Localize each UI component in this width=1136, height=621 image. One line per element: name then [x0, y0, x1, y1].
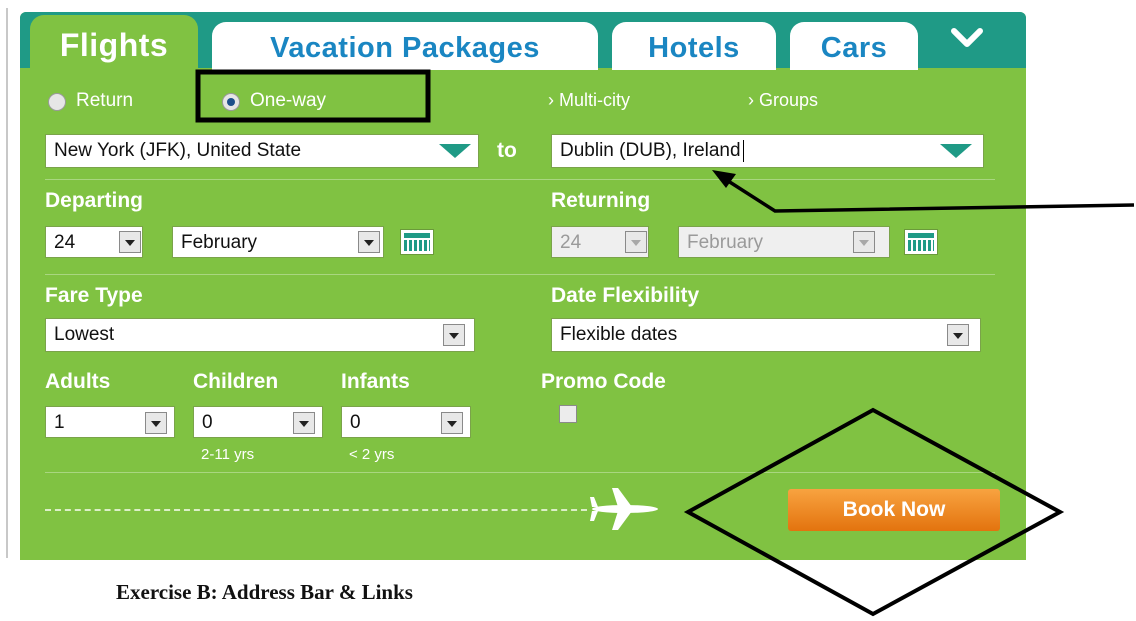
multicity-link-label: Multi-city	[559, 90, 631, 110]
promo-code-checkbox[interactable]	[559, 405, 577, 423]
oneway-radio-label: One-way	[250, 90, 327, 111]
chevron-down-icon[interactable]	[950, 26, 984, 50]
date-flexibility-dropdown-icon[interactable]	[947, 324, 969, 346]
airplane-icon	[590, 488, 658, 530]
book-now-button[interactable]: Book Now	[788, 489, 1000, 531]
origin-dropdown-arrow-icon[interactable]	[439, 144, 471, 158]
tab-vacation-packages[interactable]: Vacation Packages	[212, 22, 598, 70]
divider	[45, 179, 995, 180]
to-label: to	[497, 139, 517, 162]
infants-dropdown-icon[interactable]	[441, 412, 463, 434]
return-radio[interactable]	[48, 93, 66, 111]
adults-label: Adults	[45, 370, 111, 393]
flight-path-dashed-line	[45, 509, 587, 511]
destination-value: Dublin (DUB), Ireland	[560, 140, 741, 161]
departing-label: Departing	[45, 189, 144, 212]
depart-day-dropdown-icon[interactable]	[119, 231, 141, 253]
depart-month-select[interactable]: February	[172, 226, 384, 258]
return-day-value: 24	[560, 232, 582, 253]
infants-value: 0	[350, 412, 361, 433]
return-calendar-icon[interactable]	[904, 229, 938, 255]
chevron-right-icon: ›	[548, 90, 554, 110]
depart-month-dropdown-icon[interactable]	[358, 231, 380, 253]
return-radio-label: Return	[76, 90, 134, 111]
page-left-border	[6, 8, 8, 558]
text-cursor	[742, 139, 744, 162]
flight-search-widget	[20, 12, 1026, 560]
adults-value: 1	[54, 412, 65, 433]
tab-hotels[interactable]: Hotels	[612, 22, 776, 70]
infants-label: Infants	[341, 370, 410, 393]
infants-age-note: < 2 yrs	[349, 446, 395, 463]
children-label: Children	[193, 370, 279, 393]
groups-link[interactable]: › Groups	[748, 90, 818, 111]
children-value: 0	[202, 412, 213, 433]
date-flexibility-label: Date Flexibility	[551, 284, 700, 307]
fare-type-dropdown-icon[interactable]	[443, 324, 465, 346]
destination-input[interactable]: Dublin (DUB), Ireland	[551, 134, 984, 168]
return-month-dropdown-icon[interactable]	[853, 231, 875, 253]
fare-type-label: Fare Type	[45, 284, 143, 307]
origin-select[interactable]: New York (JFK), United State	[45, 134, 479, 168]
date-flexibility-value: Flexible dates	[560, 324, 678, 345]
oneway-radio[interactable]	[222, 93, 240, 111]
destination-dropdown-arrow-icon[interactable]	[940, 144, 972, 158]
divider	[45, 472, 995, 473]
fare-type-select[interactable]: Lowest	[45, 318, 475, 352]
depart-day-value: 24	[54, 232, 76, 253]
exercise-heading: Exercise B: Address Bar & Links	[116, 580, 413, 604]
origin-value: New York (JFK), United State	[54, 140, 302, 161]
promo-code-label: Promo Code	[541, 370, 666, 393]
fare-type-value: Lowest	[54, 324, 115, 345]
chevron-right-icon: ›	[748, 90, 754, 110]
children-dropdown-icon[interactable]	[293, 412, 315, 434]
multicity-link[interactable]: › Multi-city	[548, 90, 630, 111]
return-day-dropdown-icon[interactable]	[625, 231, 647, 253]
return-month-value: February	[687, 232, 764, 253]
children-age-note: 2-11 yrs	[201, 446, 255, 463]
groups-link-label: Groups	[759, 90, 819, 110]
tab-cars[interactable]: Cars	[790, 22, 918, 70]
adults-dropdown-icon[interactable]	[145, 412, 167, 434]
date-flexibility-select[interactable]: Flexible dates	[551, 318, 981, 352]
depart-calendar-icon[interactable]	[400, 229, 434, 255]
divider	[45, 274, 995, 275]
returning-label: Returning	[551, 189, 651, 212]
depart-month-value: February	[181, 232, 258, 253]
tab-flights[interactable]: Flights	[30, 15, 198, 71]
